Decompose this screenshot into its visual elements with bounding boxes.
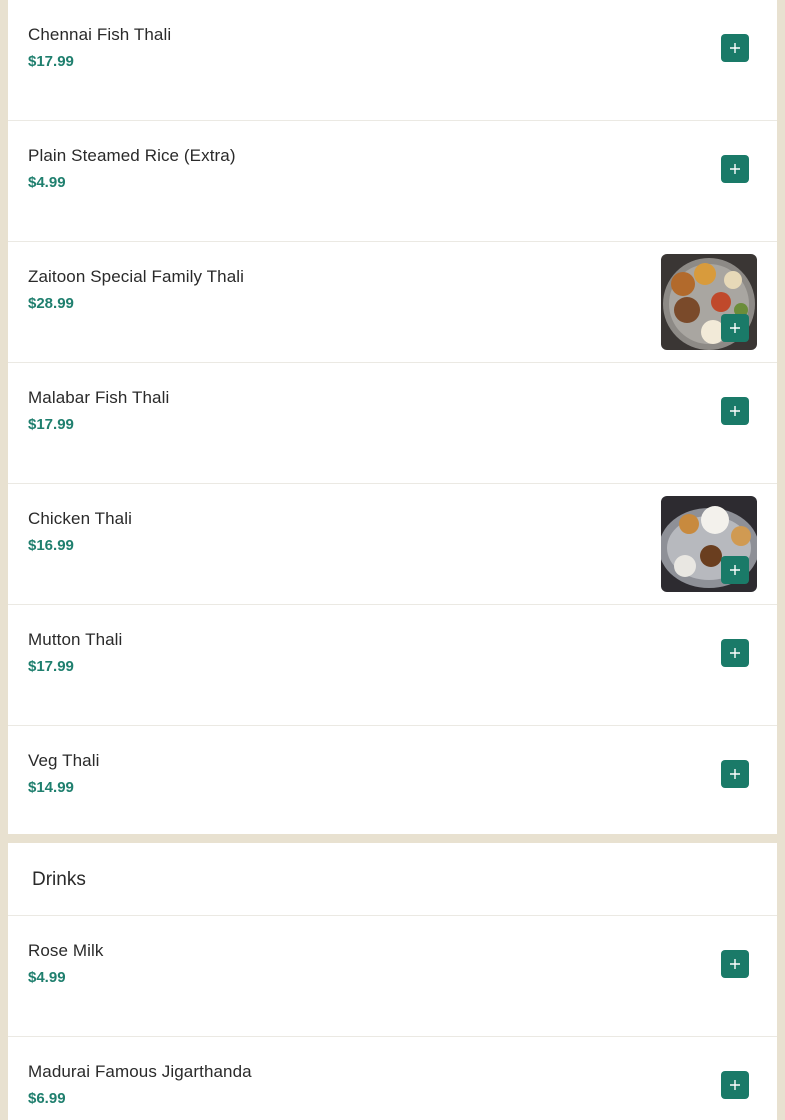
menu-item-malabar-fish-thali[interactable]: Malabar Fish Thali $17.99 (8, 363, 777, 484)
menu-item-zaitoon-special-family-thali[interactable]: Zaitoon Special Family Thali $28.99 (8, 242, 777, 363)
menu-item-veg-thali[interactable]: Veg Thali $14.99 (8, 726, 777, 847)
plus-icon (730, 323, 740, 333)
item-price: $6.99 (28, 1090, 66, 1107)
menu-item-chennai-fish-thali[interactable]: Chennai Fish Thali $17.99 (8, 0, 777, 121)
add-button[interactable] (721, 314, 749, 342)
item-price: $17.99 (28, 53, 74, 70)
add-button[interactable] (721, 950, 749, 978)
section-header: Drinks (8, 843, 777, 916)
item-price: $4.99 (28, 969, 66, 986)
add-button[interactable] (721, 397, 749, 425)
add-button[interactable] (721, 155, 749, 183)
menu-item-plain-steamed-rice[interactable]: Plain Steamed Rice (Extra) $4.99 (8, 121, 777, 242)
menu-item-mutton-thali[interactable]: Mutton Thali $17.99 (8, 605, 777, 726)
plus-icon (730, 406, 740, 416)
item-name: Madurai Famous Jigarthanda (28, 1062, 252, 1081)
plus-icon (730, 43, 740, 53)
add-button[interactable] (721, 34, 749, 62)
item-photo[interactable] (661, 496, 757, 592)
thali-section: Chennai Fish Thali $17.99 Plain Steamed … (8, 0, 777, 834)
add-button[interactable] (721, 1071, 749, 1099)
drinks-section: Drinks Rose Milk $4.99 Madurai Famous Ji… (8, 843, 777, 1120)
item-photo[interactable] (661, 254, 757, 350)
menu-item-rose-milk[interactable]: Rose Milk $4.99 (8, 916, 777, 1037)
section-title: Drinks (32, 869, 86, 890)
item-name: Chennai Fish Thali (28, 25, 172, 44)
plus-icon (730, 1080, 740, 1090)
item-price: $16.99 (28, 537, 74, 554)
add-button[interactable] (721, 639, 749, 667)
plus-icon (730, 565, 740, 575)
item-name: Chicken Thali (28, 509, 132, 528)
item-price: $4.99 (28, 174, 66, 191)
item-name: Mutton Thali (28, 630, 123, 649)
add-button[interactable] (721, 760, 749, 788)
item-name: Veg Thali (28, 751, 100, 770)
item-price: $28.99 (28, 295, 74, 312)
menu-page: Chennai Fish Thali $17.99 Plain Steamed … (0, 0, 785, 1120)
item-name: Rose Milk (28, 941, 104, 960)
item-price: $14.99 (28, 779, 74, 796)
item-price: $17.99 (28, 416, 74, 433)
plus-icon (730, 648, 740, 658)
menu-item-chicken-thali[interactable]: Chicken Thali $16.99 (8, 484, 777, 605)
plus-icon (730, 959, 740, 969)
add-button[interactable] (721, 556, 749, 584)
plus-icon (730, 769, 740, 779)
menu-item-madurai-jigarthanda[interactable]: Madurai Famous Jigarthanda $6.99 (8, 1037, 777, 1120)
item-name: Plain Steamed Rice (Extra) (28, 146, 236, 165)
plus-icon (730, 164, 740, 174)
item-name: Malabar Fish Thali (28, 388, 170, 407)
item-name: Zaitoon Special Family Thali (28, 267, 245, 286)
item-price: $17.99 (28, 658, 74, 675)
